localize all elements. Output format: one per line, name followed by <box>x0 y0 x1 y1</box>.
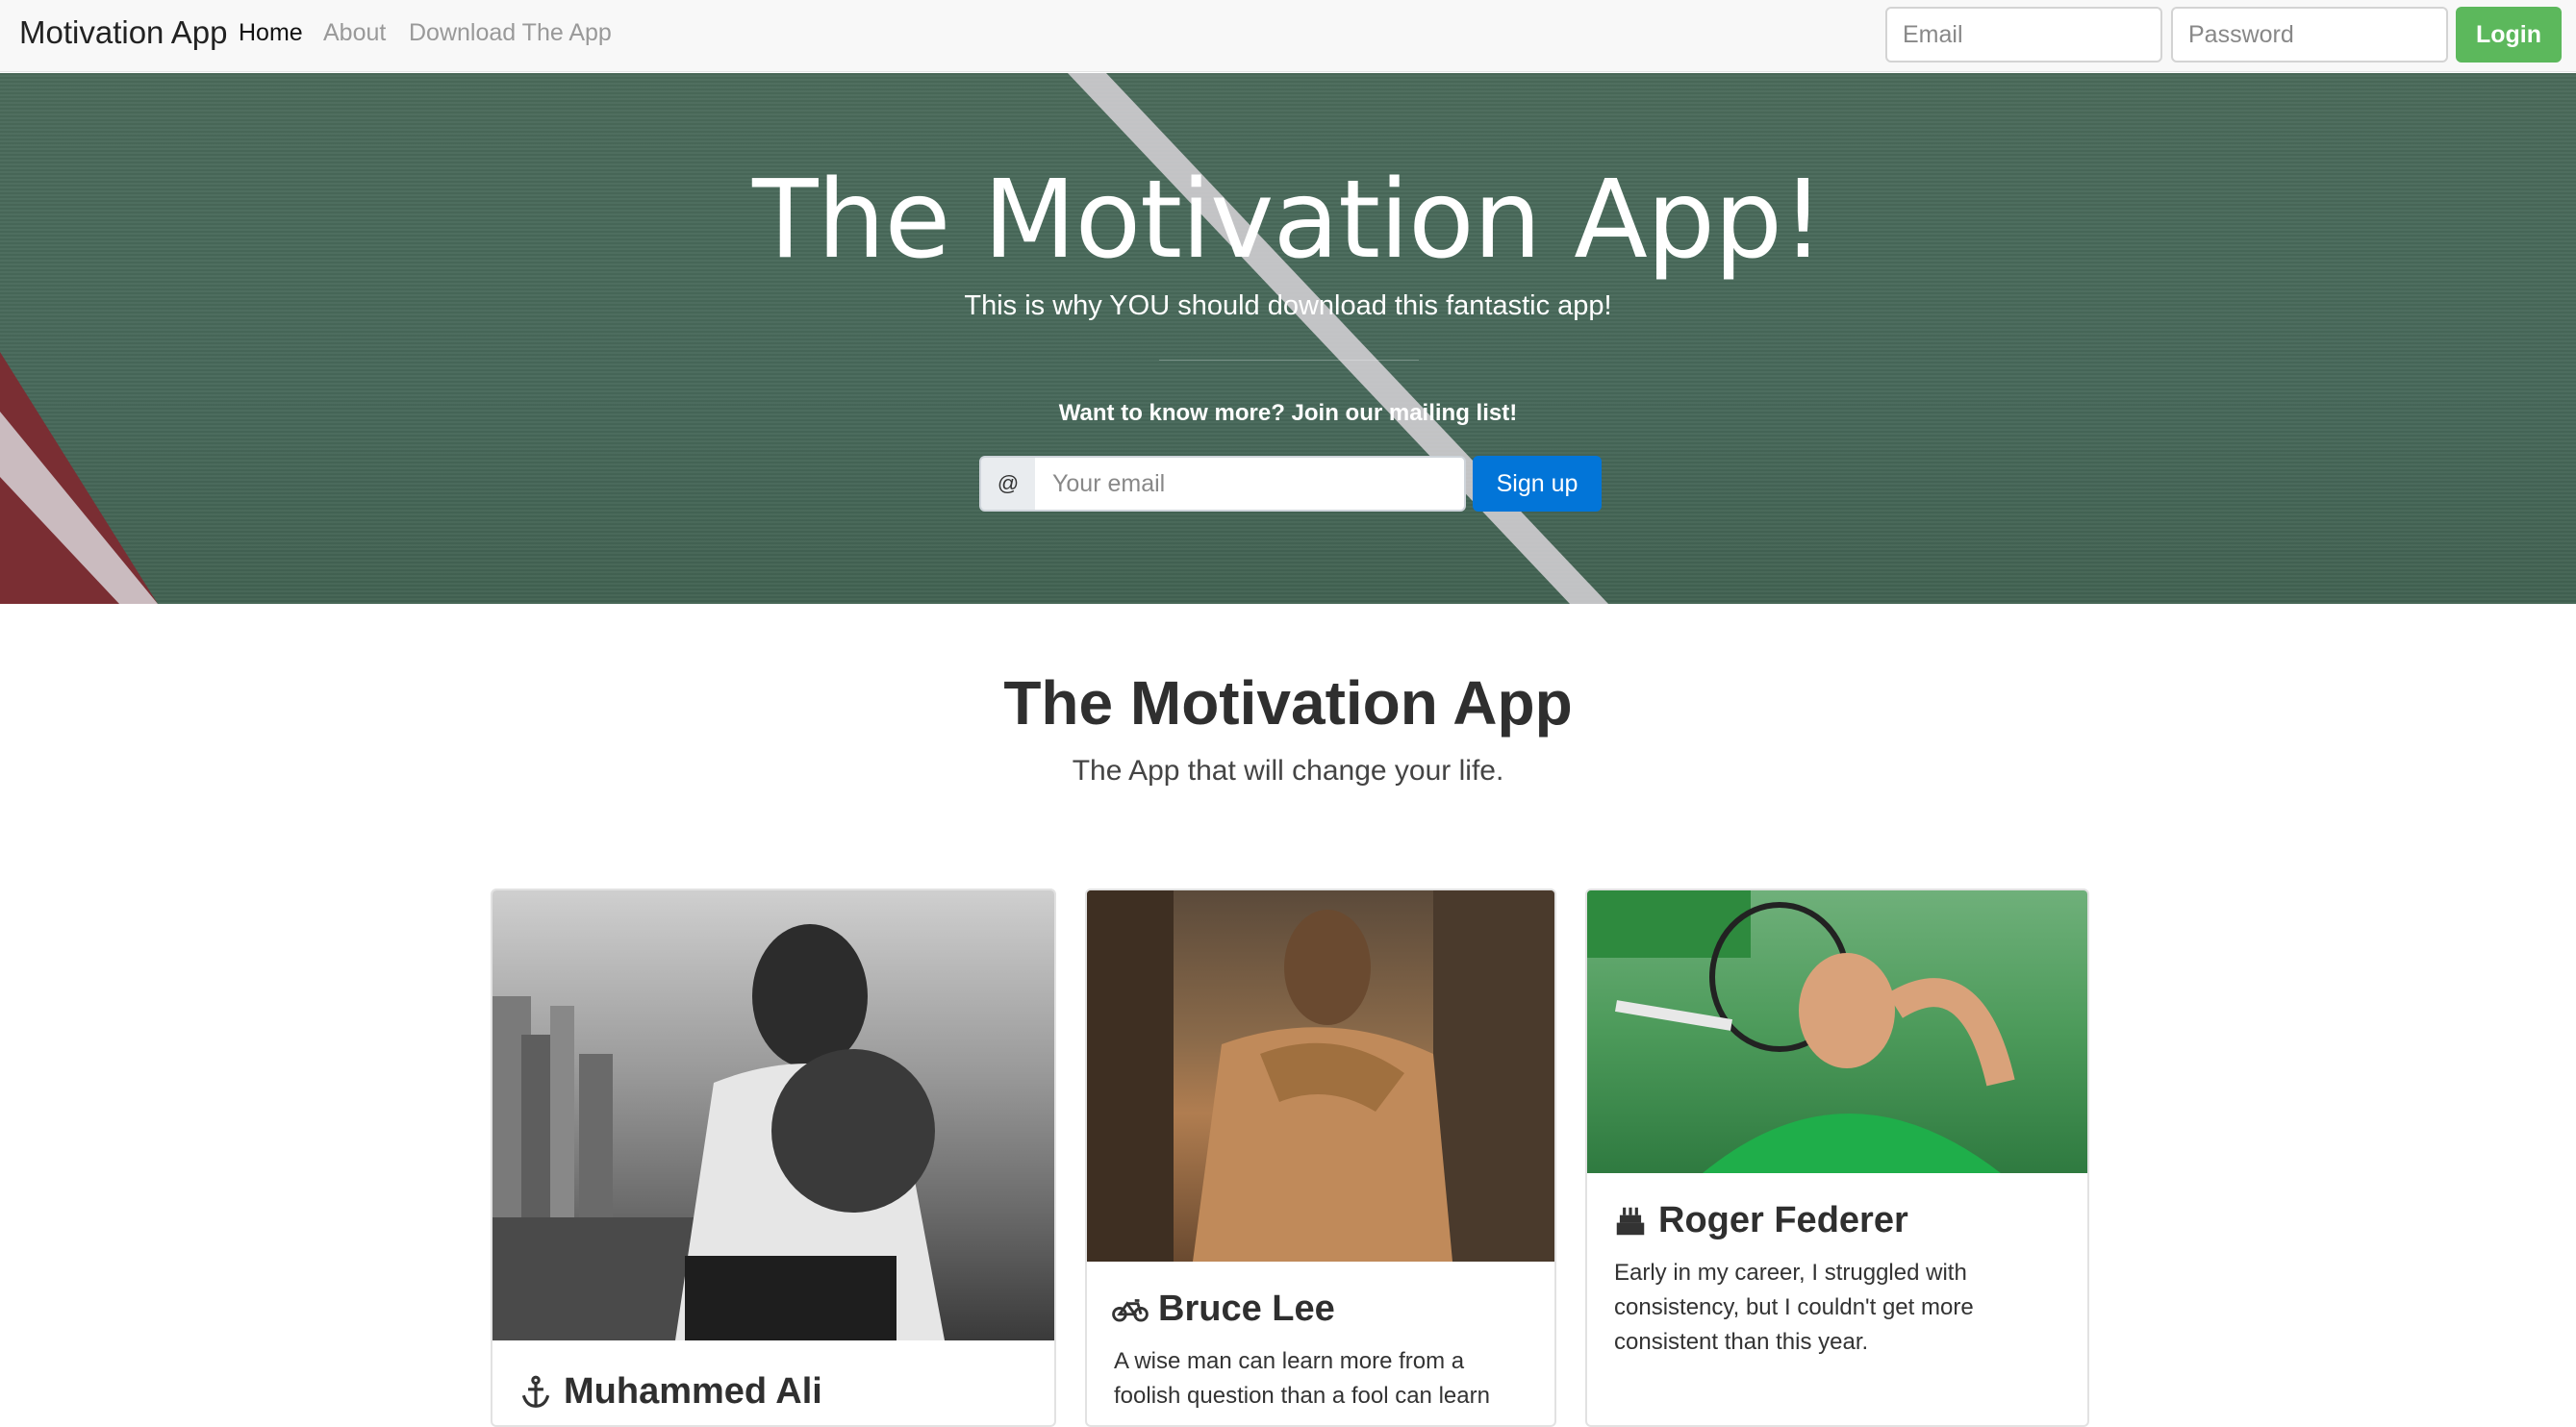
hero-subtitle: This is why YOU should download this fan… <box>964 290 1612 321</box>
login-password-input[interactable] <box>2171 7 2448 63</box>
mailing-list-prompt: Want to know more? Join our mailing list… <box>1058 400 1518 426</box>
birthday-cake-icon <box>1612 1203 1649 1239</box>
login-button[interactable]: Login <box>2456 7 2562 63</box>
nav-download[interactable]: Download The App <box>409 19 612 47</box>
bicycle-icon <box>1112 1291 1149 1328</box>
signup-email-input[interactable] <box>1035 456 1466 512</box>
section-title: The Motivation App <box>1003 668 1573 738</box>
nav-about[interactable]: About <box>323 19 386 47</box>
roger-federer-photo <box>1587 890 2087 1173</box>
login-email-input[interactable] <box>1885 7 2162 63</box>
card-roger-federer: Roger Federer Early in my career, I stru… <box>1585 889 2089 1427</box>
at-sign-addon: @ <box>979 456 1037 512</box>
bruce-lee-photo <box>1087 890 1554 1262</box>
card-bruce-lee: Bruce Lee A wise man can learn more from… <box>1085 889 1556 1427</box>
brand-link[interactable]: Motivation App <box>19 14 227 51</box>
card-name: Bruce Lee <box>1158 1289 1335 1329</box>
card-quote: Early in my career, I struggled with con… <box>1614 1260 1974 1355</box>
card-title-bruce-lee: Bruce Lee <box>1112 1289 1335 1330</box>
card-muhammed-ali: Muhammed Ali <box>491 889 1056 1427</box>
navbar: Motivation App Home About Download The A… <box>0 0 2576 72</box>
section-subtitle: The App that will change your life. <box>1072 755 1504 787</box>
hero-section: The Motivation App! This is why YOU shou… <box>0 73 2576 604</box>
hero-court-lines <box>0 73 1608 604</box>
card-name: Muhammed Ali <box>564 1371 822 1412</box>
anchor-icon <box>518 1374 554 1411</box>
hero-divider <box>1159 360 1419 361</box>
card-title-roger-federer: Roger Federer <box>1612 1200 1908 1241</box>
card-quote: A wise man can learn more from a foolish… <box>1114 1348 1490 1409</box>
muhammed-ali-photo <box>492 890 1054 1340</box>
hero-title: The Motivation App! <box>752 158 1825 283</box>
signup-button[interactable]: Sign up <box>1473 456 1602 512</box>
nav-home[interactable]: Home <box>239 19 303 47</box>
card-name: Roger Federer <box>1658 1200 1908 1240</box>
card-title-muhammed-ali: Muhammed Ali <box>518 1371 822 1413</box>
